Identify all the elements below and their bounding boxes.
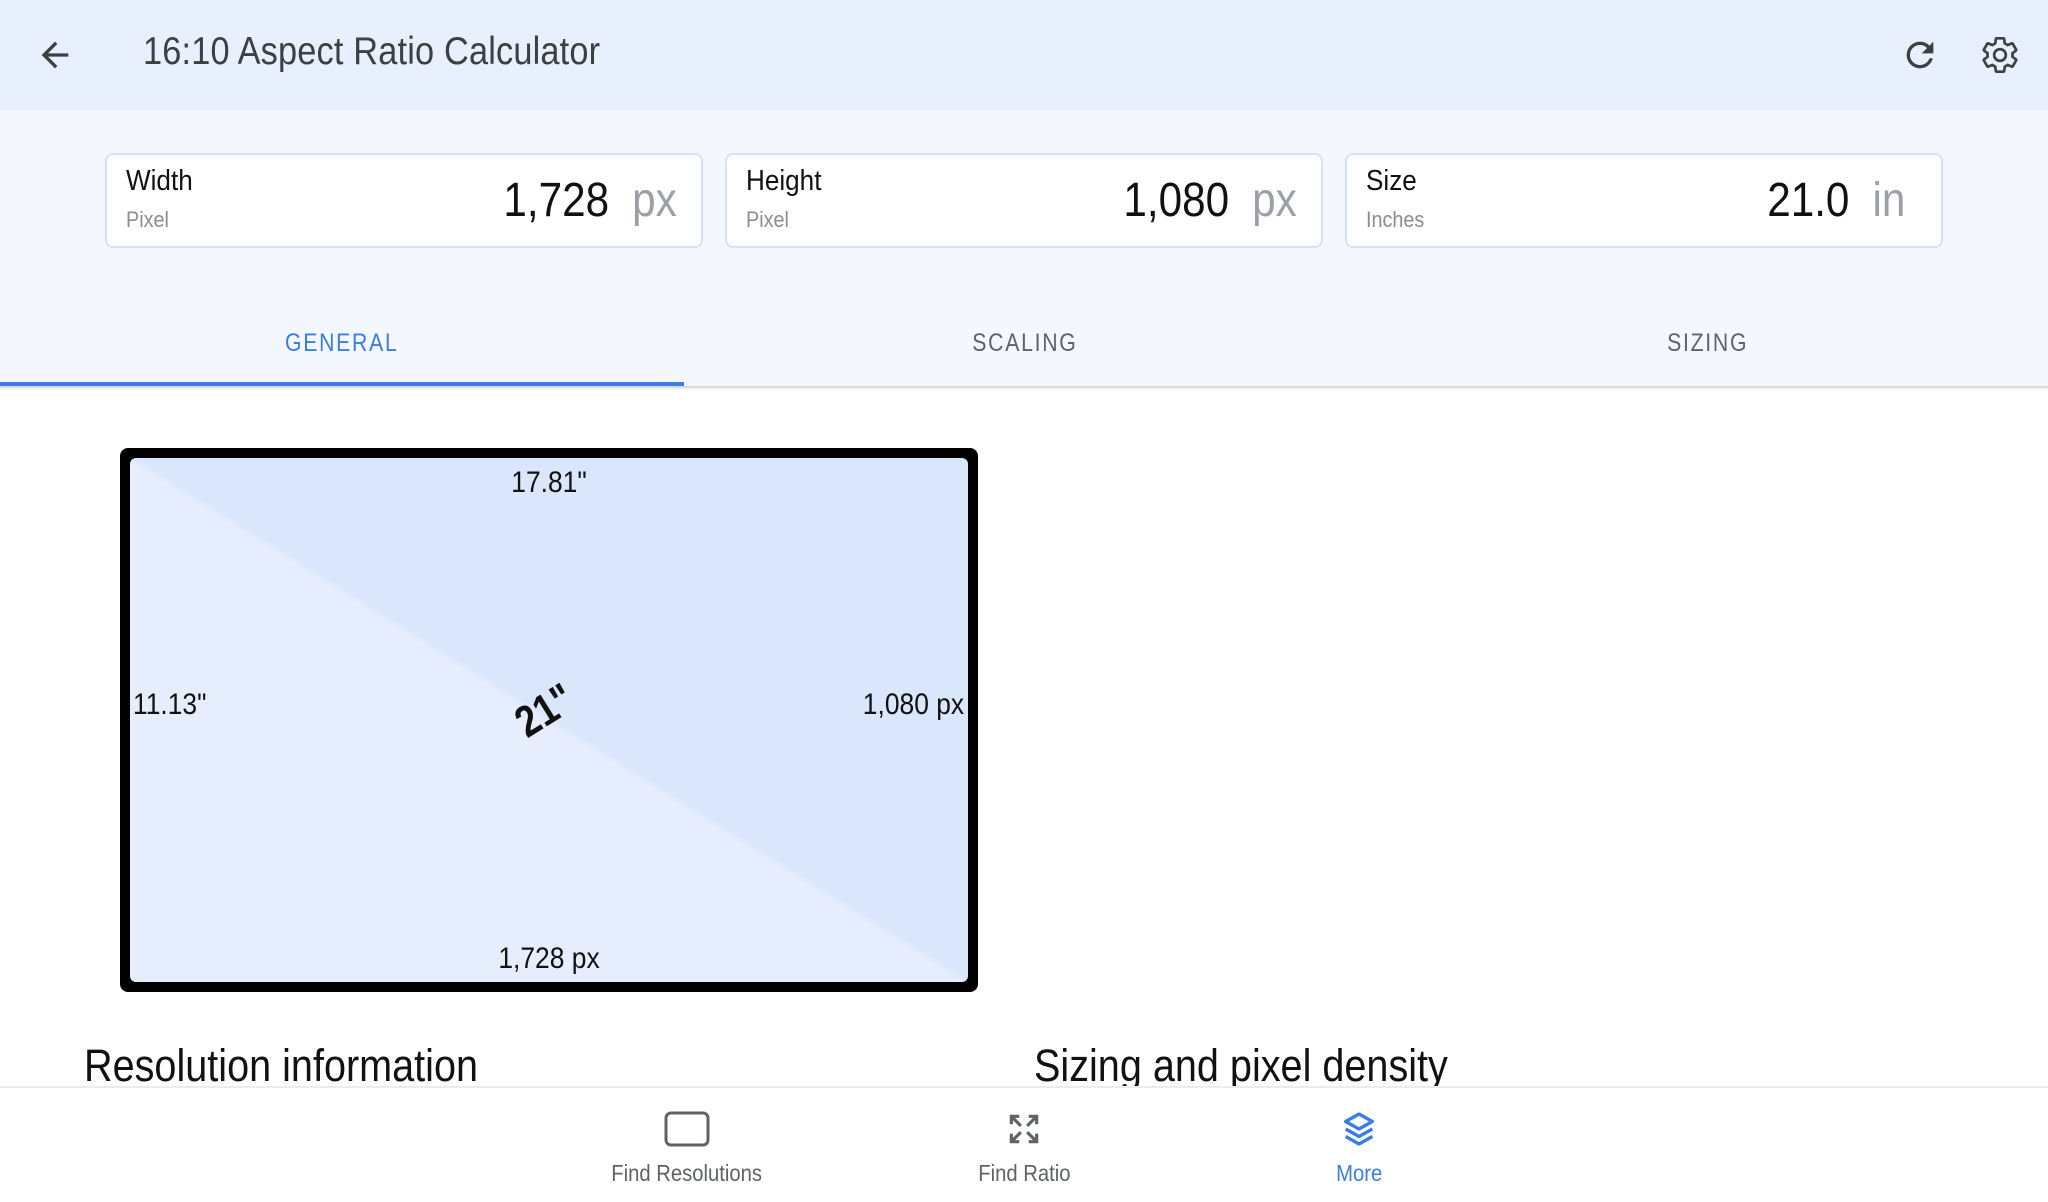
height-pixels-label: 1,080 px	[862, 688, 964, 721]
nav-more-label: More	[1335, 1160, 1383, 1186]
height-sublabel: Pixel	[746, 207, 789, 232]
height-value[interactable]: 1,080	[1123, 173, 1229, 228]
nav-find-resolutions[interactable]: Find Resolutions	[557, 1108, 817, 1198]
width-unit: px	[632, 174, 677, 227]
sizing-density-heading: Sizing and pixel density	[1034, 1040, 1448, 1091]
width-inches-label: 17.81"	[511, 466, 587, 499]
height-inches-label: 11.13"	[133, 688, 207, 721]
size-sublabel: Inches	[1366, 207, 1425, 232]
width-sublabel: Pixel	[126, 207, 169, 232]
back-button[interactable]	[27, 27, 83, 83]
width-field[interactable]: Width Pixel 1,728 px	[105, 153, 703, 248]
tab-sizing[interactable]: SIZING	[1366, 300, 2048, 386]
nav-find-ratio[interactable]: Find Ratio	[894, 1108, 1154, 1198]
size-field[interactable]: Size Inches 21.0 in	[1345, 153, 1943, 248]
height-field[interactable]: Height Pixel 1,080 px	[725, 153, 1323, 248]
refresh-icon	[1906, 41, 1934, 69]
rectangle-icon	[664, 1111, 710, 1147]
refresh-button[interactable]	[1892, 27, 1948, 83]
width-value[interactable]: 1,728	[503, 173, 609, 228]
resolution-info-heading: Resolution information	[84, 1040, 479, 1091]
diagonal-label: 21"	[506, 674, 583, 748]
size-label: Size	[1366, 165, 1417, 197]
nav-find-ratio-label: Find Ratio	[977, 1160, 1071, 1186]
tab-general[interactable]: GENERAL	[0, 300, 683, 386]
bottom-navigation: Find Resolutions Find Ratio More	[0, 1086, 2048, 1202]
size-unit: in	[1872, 174, 1905, 227]
height-unit: px	[1252, 174, 1297, 227]
top-app-bar: 16:10 Aspect Ratio Calculator	[0, 0, 2048, 110]
screen-diagram: 17.81" 11.13" 21" 1,080 px 1,728 px	[120, 448, 978, 992]
size-value[interactable]: 21.0	[1767, 173, 1849, 228]
settings-button[interactable]	[1972, 27, 2028, 83]
tab-scaling-label: SCALING	[971, 328, 1078, 357]
height-label: Height	[746, 165, 822, 197]
page-title: 16:10 Aspect Ratio Calculator	[143, 30, 601, 73]
width-label: Width	[126, 165, 193, 197]
expand-arrows-icon	[1009, 1114, 1039, 1144]
arrow-left-icon	[41, 41, 69, 69]
gear-icon	[1982, 37, 2018, 73]
tab-sizing-label: SIZING	[1666, 328, 1749, 357]
nav-more[interactable]: More	[1229, 1108, 1489, 1198]
screen-diagram-display: 17.81" 11.13" 21" 1,080 px 1,728 px	[130, 458, 968, 982]
tab-general-label: GENERAL	[284, 328, 399, 357]
tab-scaling[interactable]: SCALING	[683, 300, 1366, 386]
tab-bar-shadow	[0, 386, 2048, 390]
width-pixels-label: 1,728 px	[498, 942, 600, 975]
nav-find-resolutions-label: Find Resolutions	[611, 1160, 763, 1186]
layers-icon	[1344, 1112, 1374, 1146]
